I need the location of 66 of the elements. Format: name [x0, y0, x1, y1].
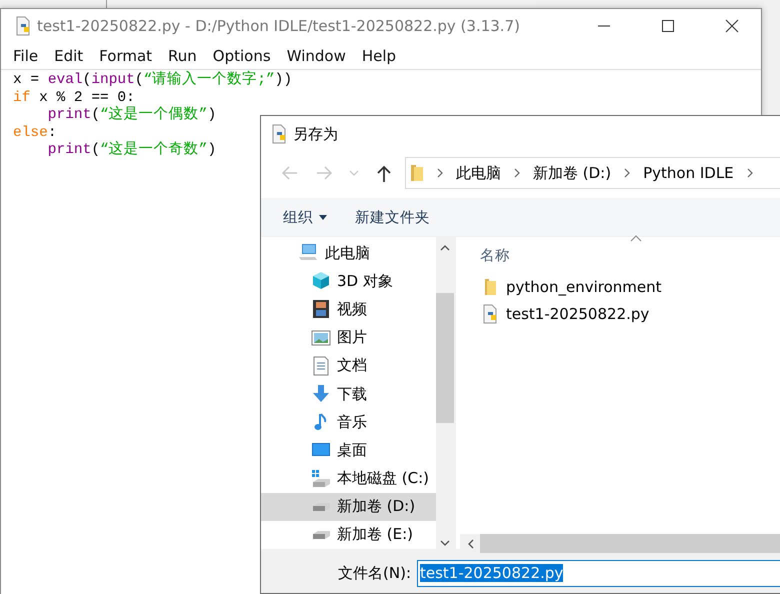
filename-label: 文件名(N): [337, 564, 412, 582]
film-strip-icon [311, 299, 331, 320]
chevron-right-icon [513, 168, 521, 178]
new-folder-button[interactable]: 新建文件夹 [355, 208, 430, 226]
drive-icon [311, 468, 331, 489]
back-arrow-icon [281, 164, 299, 182]
column-header[interactable]: 名称 [456, 237, 780, 273]
sidebar-item[interactable]: 新加卷 (D:) [261, 492, 436, 521]
organize-menu[interactable]: 组织 [283, 208, 327, 226]
code-line: if x % 2 == 0: [13, 90, 135, 106]
script-entry[interactable]: test1-20250822.py [456, 300, 780, 327]
document-icon [311, 356, 331, 376]
menu-item[interactable]: Help [354, 46, 404, 64]
maximize-icon [661, 18, 675, 32]
folder-entry[interactable]: python_environment [456, 273, 780, 300]
scroll-left-icon [466, 538, 474, 548]
folder-icon [482, 276, 498, 296]
cube-icon [311, 271, 331, 292]
drive-icon [311, 502, 331, 512]
sidebar-item[interactable]: 音乐 [261, 408, 436, 436]
menu-item[interactable]: Edit [46, 46, 92, 64]
sidebar-item[interactable]: 图片 [261, 324, 436, 352]
sidebar-item[interactable]: 3D 对象 [261, 267, 436, 296]
python-file-icon [482, 304, 498, 324]
chevron-right-icon [623, 168, 632, 178]
sidebar-item[interactable]: 本地磁盘 (C:) [261, 464, 436, 493]
address-bar[interactable]: 此电脑 新加卷 (D:) Python IDLE [405, 157, 780, 189]
sort-caret-icon [630, 235, 642, 242]
breadcrumb-item[interactable]: Python IDLE [643, 164, 734, 182]
folder-icon [410, 163, 424, 183]
scroll-down-icon [440, 540, 450, 546]
code-line: print(“这是一个偶数”) [46, 107, 216, 124]
scroll-up-icon [440, 244, 450, 250]
python-file-icon [15, 16, 31, 36]
sidebar-item[interactable]: 视频 [261, 295, 436, 324]
scrollbar-thumb[interactable] [436, 293, 454, 423]
minimize-icon [597, 24, 611, 26]
filename-field[interactable]: test1-20250822.py [417, 560, 780, 586]
code-line: x = eval(input(“请输入一个数字;”)) [13, 72, 292, 90]
python-file-icon [271, 124, 287, 144]
menu-item[interactable]: Window [278, 46, 354, 64]
menu-item[interactable]: Run [160, 46, 205, 64]
window-title: test1-20250822.py - D:/Python IDLE/test1-20250822.py (3.13.7) [37, 16, 521, 34]
code-line: else: [13, 124, 57, 142]
forward-arrow-icon [315, 164, 333, 182]
sidebar-item[interactable]: 新加卷 (E:) [261, 520, 436, 550]
drive-icon [311, 530, 331, 540]
menu-item[interactable]: Options [204, 46, 279, 64]
sidebar-item[interactable]: 此电脑 [261, 239, 436, 268]
up-arrow-icon [375, 164, 393, 182]
dialog-title: 另存为 [293, 124, 338, 144]
breadcrumb-item[interactable]: 此电脑 [456, 164, 501, 182]
chevron-down-icon [349, 169, 359, 177]
chevron-right-icon [746, 168, 754, 178]
sidebar-item[interactable]: 桌面 [261, 436, 436, 464]
breadcrumb-item[interactable]: 新加卷 (D:) [533, 164, 612, 182]
picture-icon [311, 328, 331, 348]
chevron-right-icon [436, 168, 444, 178]
menu-item[interactable]: File [5, 46, 46, 64]
sidebar-item[interactable]: 下载 [261, 380, 436, 408]
menu-item[interactable]: Format [91, 46, 160, 64]
code-line: print(“这是一个奇数”) [46, 142, 216, 160]
close-icon [725, 18, 739, 32]
download-arrow-icon [311, 384, 331, 404]
caret-down-icon [319, 214, 327, 220]
sidebar-item[interactable]: 文档 [261, 352, 436, 380]
